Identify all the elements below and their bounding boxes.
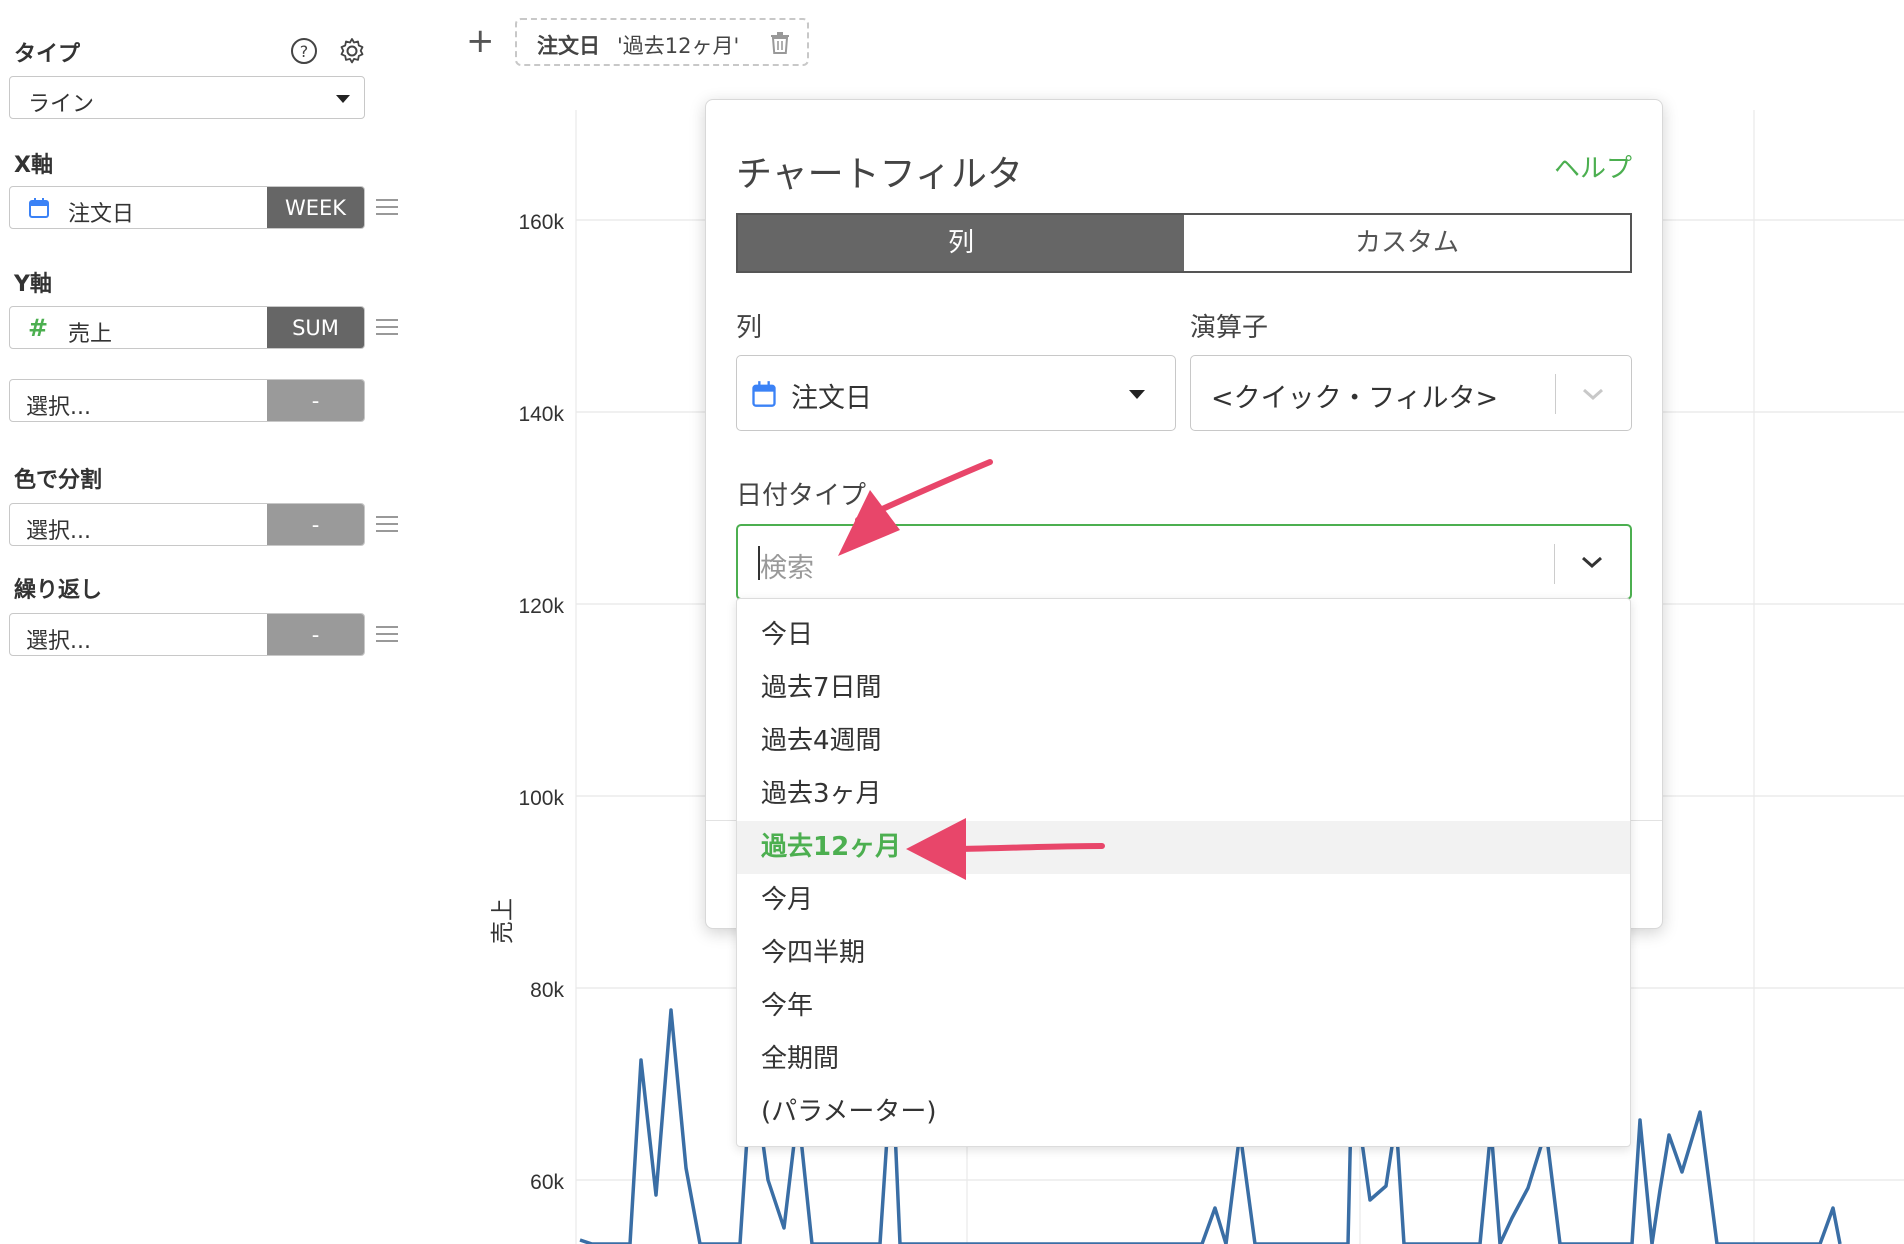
y-tick-label: 160k xyxy=(518,211,564,234)
date-option-today[interactable]: 今日 xyxy=(737,609,1630,662)
date-type-label: 日付タイプ xyxy=(736,481,867,511)
column-select-value: 注文日 xyxy=(791,383,872,414)
date-type-search-input[interactable]: 検索 xyxy=(736,524,1632,600)
tab-column[interactable]: 列 xyxy=(738,215,1184,271)
date-type-dropdown: 今日 過去7日間 過去4週間 過去3ヶ月 過去12ヶ月 今月 今四半期 今年 全… xyxy=(736,598,1631,1147)
y-tick-label: 140k xyxy=(518,403,564,426)
date-option-last-4-weeks[interactable]: 過去4週間 xyxy=(737,715,1630,768)
date-option-this-month[interactable]: 今月 xyxy=(737,874,1630,927)
calendar-icon xyxy=(752,381,776,407)
date-option-last-7-days[interactable]: 過去7日間 xyxy=(737,662,1630,715)
operator-select-value: <クイック・フィルタ> xyxy=(1211,383,1499,414)
y-tick-label: 120k xyxy=(518,595,564,618)
chevron-down-icon[interactable] xyxy=(1578,552,1606,572)
column-label: 列 xyxy=(736,313,763,343)
y-tick-label: 100k xyxy=(518,787,564,810)
chevron-down-icon xyxy=(1583,388,1603,401)
operator-label: 演算子 xyxy=(1190,313,1269,343)
y-tick-label: 60k xyxy=(530,1171,564,1194)
date-option-all-time[interactable]: 全期間 xyxy=(737,1033,1630,1086)
filter-mode-tabs: 列 カスタム xyxy=(736,213,1632,273)
date-option-parameter[interactable]: (パラメーター) xyxy=(737,1086,1630,1139)
search-placeholder: 検索 xyxy=(760,553,814,584)
y-axis-title: 売上 xyxy=(490,898,516,944)
help-link[interactable]: ヘルプ xyxy=(1554,148,1632,185)
date-option-last-3-months[interactable]: 過去3ヶ月 xyxy=(737,768,1630,821)
dialog-title: チャートフィルタ xyxy=(736,154,1023,195)
operator-select[interactable]: <クイック・フィルタ> xyxy=(1190,355,1632,431)
date-option-last-12-months[interactable]: 過去12ヶ月 xyxy=(737,821,1630,874)
date-option-this-quarter[interactable]: 今四半期 xyxy=(737,927,1630,980)
y-tick-label: 80k xyxy=(530,979,564,1002)
date-option-this-year[interactable]: 今年 xyxy=(737,980,1630,1033)
tab-custom[interactable]: カスタム xyxy=(1184,215,1630,271)
chevron-down-icon xyxy=(1129,390,1145,399)
column-select[interactable]: 注文日 xyxy=(736,355,1176,431)
